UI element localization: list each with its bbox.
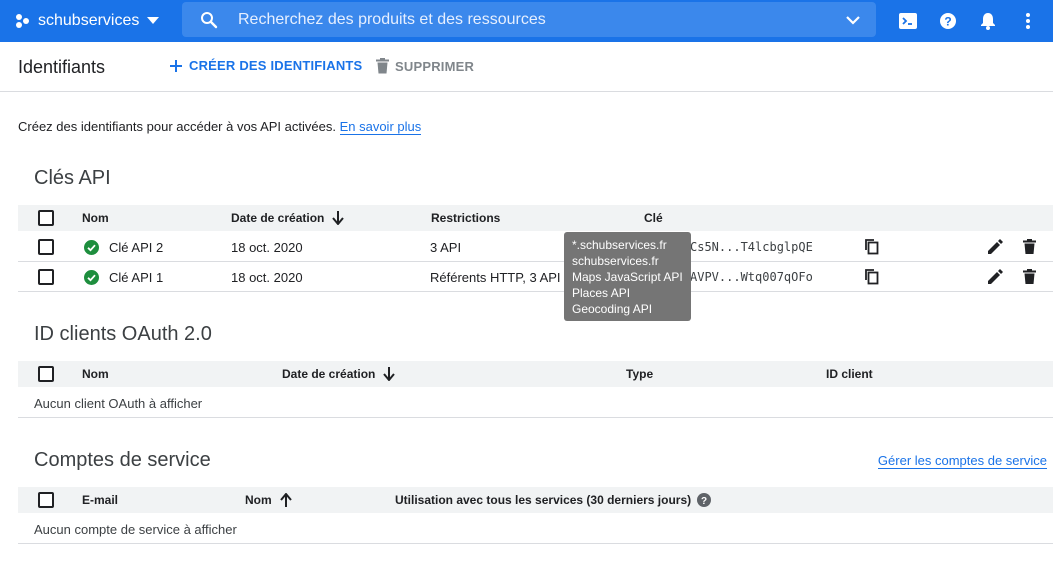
plus-icon [169, 59, 183, 73]
project-dots-icon [14, 12, 32, 30]
key-date: 18 oct. 2020 [231, 240, 303, 255]
service-accounts-empty-text: Aucun compte de service à afficher [34, 522, 237, 537]
service-accounts-title: Comptes de service [34, 449, 211, 471]
column-usage: Utilisation avec tous les services (30 d… [395, 493, 712, 507]
column-client-id: ID client [826, 367, 873, 381]
key-name-cell[interactable]: Clé API 1 [84, 270, 163, 285]
learn-more-link[interactable]: En savoir plus [339, 119, 422, 135]
service-accounts-table-header: E-mail Nom Utilisation avec tous les ser… [18, 487, 1053, 513]
column-date-label: Date de création [231, 211, 325, 225]
column-date[interactable]: Date de création [231, 211, 345, 225]
select-all-checkbox[interactable] [38, 210, 54, 226]
check-circle-icon [84, 240, 99, 255]
key-restrictions[interactable]: 3 API [430, 240, 461, 255]
column-name-label: Nom [245, 493, 272, 507]
delete-label: SUPPRIMER [395, 58, 475, 74]
select-all-checkbox[interactable] [38, 366, 54, 382]
pencil-icon[interactable] [988, 269, 1003, 284]
key-name[interactable]: Clé API 2 [109, 240, 163, 255]
intro-text: Créez des identifiants pour accéder à vo… [18, 119, 422, 135]
table-row[interactable]: Clé API 2 18 oct. 2020 3 API Cs5N...T4lc… [18, 232, 1053, 262]
tooltip-line: Places API [572, 286, 631, 300]
bell-icon[interactable] [976, 9, 1000, 33]
search-bar[interactable] [182, 2, 876, 37]
api-keys-table-header: Nom Date de création Restrictions Clé [18, 205, 1053, 231]
column-type: Type [626, 367, 654, 381]
key-value: Cs5N...T4lcbglpQE [690, 240, 813, 254]
column-date-label: Date de création [282, 367, 376, 381]
check-circle-icon [84, 270, 99, 285]
svg-text:?: ? [944, 15, 951, 29]
cloud-shell-icon[interactable] [896, 9, 920, 33]
restrictions-tooltip: *.schubservices.fr schubservices.fr Maps… [564, 232, 691, 321]
column-usage-label: Utilisation avec tous les services (30 d… [395, 493, 692, 507]
column-name[interactable]: Nom [82, 211, 109, 225]
create-credentials-button[interactable]: CRÉER DES IDENTIFIANTS [169, 58, 362, 73]
tooltip-line: Geocoding API [572, 302, 653, 316]
project-name: schubservices [38, 12, 140, 29]
tooltip-line: *.schubservices.fr [572, 238, 667, 252]
page-header: Identifiants CRÉER DES IDENTIFIANTS SUPP… [0, 42, 1053, 92]
trash-icon[interactable] [1023, 239, 1036, 254]
page-title: Identifiants [18, 57, 106, 77]
row-checkbox[interactable] [38, 269, 54, 285]
create-credentials-label: CRÉER DES IDENTIFIANTS [189, 58, 363, 73]
key-value: AVPV...Wtq007qOFo [690, 270, 813, 284]
search-input[interactable] [238, 2, 818, 37]
select-all-checkbox[interactable] [38, 492, 54, 508]
column-restrictions: Restrictions [431, 211, 501, 225]
svg-text:?: ? [701, 496, 707, 507]
oauth-title: ID clients OAuth 2.0 [34, 323, 212, 345]
oauth-empty-text: Aucun client OAuth à afficher [34, 396, 203, 411]
key-date: 18 oct. 2020 [231, 270, 303, 285]
arrow-down-icon [332, 211, 345, 225]
copy-icon[interactable] [865, 239, 879, 255]
top-app-bar: schubservices ? [0, 0, 1053, 42]
delete-button[interactable]: SUPPRIMER [376, 58, 474, 74]
table-row[interactable]: Clé API 1 18 oct. 2020 Référents HTTP, 3… [18, 262, 1053, 292]
oauth-table-header: Nom Date de création Type ID client [18, 361, 1053, 387]
chevron-down-icon[interactable] [844, 11, 862, 29]
trash-icon[interactable] [1023, 269, 1036, 284]
more-vert-icon[interactable] [1016, 9, 1040, 33]
project-selector[interactable]: schubservices [14, 0, 160, 42]
key-name-cell[interactable]: Clé API 2 [84, 240, 163, 255]
row-checkbox[interactable] [38, 239, 54, 255]
caret-down-icon [147, 17, 160, 25]
column-name[interactable]: Nom [82, 367, 109, 381]
search-icon [200, 11, 218, 29]
pencil-icon[interactable] [988, 239, 1003, 254]
column-email: E-mail [82, 493, 119, 507]
copy-icon[interactable] [865, 269, 879, 285]
trash-icon [376, 58, 389, 74]
column-key: Clé [644, 211, 663, 225]
manage-service-accounts-link[interactable]: Gérer les comptes de service [877, 453, 1047, 469]
key-name[interactable]: Clé API 1 [109, 270, 163, 285]
tooltip-line: Maps JavaScript API [572, 270, 683, 284]
service-accounts-empty-row: Aucun compte de service à afficher [18, 514, 1053, 544]
tooltip-line: schubservices.fr [572, 254, 659, 268]
oauth-empty-row: Aucun client OAuth à afficher [18, 388, 1053, 418]
key-restrictions[interactable]: Référents HTTP, 3 API [430, 270, 561, 285]
api-keys-title: Clés API [34, 167, 111, 189]
help-icon[interactable]: ? [697, 493, 712, 507]
column-date[interactable]: Date de création [282, 367, 396, 381]
column-name[interactable]: Nom [245, 493, 292, 507]
intro-sentence: Créez des identifiants pour accéder à vo… [18, 119, 336, 134]
arrow-up-icon [279, 493, 292, 507]
help-icon[interactable]: ? [936, 9, 960, 33]
arrow-down-icon [383, 367, 396, 381]
